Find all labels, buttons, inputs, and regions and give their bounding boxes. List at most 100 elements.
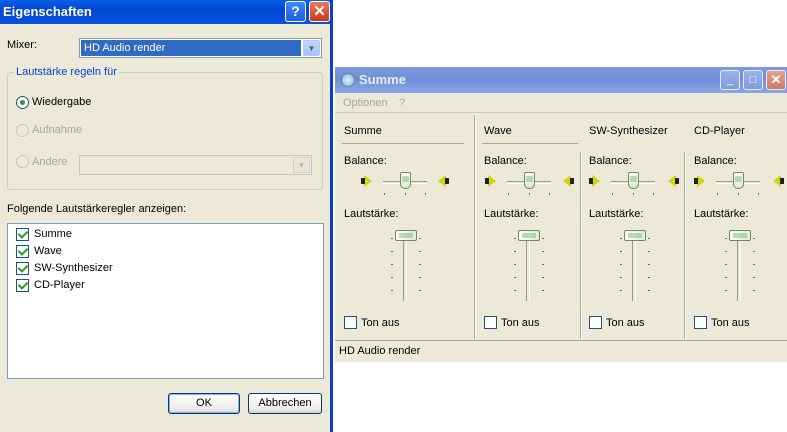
- tick: [508, 193, 509, 195]
- tick: [549, 193, 550, 195]
- radio-record-label: Aufnahme: [32, 124, 83, 136]
- radio-record: [16, 124, 29, 137]
- list-item: SW-Synthesizer: [34, 262, 113, 274]
- balance-slider[interactable]: [524, 172, 535, 189]
- volume-track: [526, 237, 530, 301]
- tick: [758, 193, 759, 195]
- radio-playback[interactable]: [16, 96, 29, 109]
- mixer-select-value: HD Audio render: [81, 40, 301, 56]
- help-button[interactable]: ?: [285, 1, 306, 22]
- tick: [725, 277, 727, 278]
- volume-slider[interactable]: [624, 230, 646, 241]
- maximize-button[interactable]: □: [743, 70, 763, 90]
- tick: [419, 251, 421, 252]
- tick: [384, 193, 385, 195]
- volume-label: Lautstärke:: [589, 208, 644, 220]
- list-item: CD-Player: [34, 279, 85, 291]
- tick: [391, 264, 393, 265]
- volume-label: Lautstärke:: [484, 208, 539, 220]
- group-title: Lautstärke regeln für: [14, 66, 119, 78]
- checkbox-sw-synthesizer[interactable]: [16, 262, 29, 275]
- speaker-left-icon: [589, 174, 603, 188]
- list-item: Summe: [34, 228, 72, 240]
- volume-slider[interactable]: [518, 230, 540, 241]
- tick: [542, 290, 544, 291]
- mixer-select[interactable]: HD Audio render ▼: [79, 38, 322, 58]
- volume-app-icon: [341, 73, 355, 87]
- volume-slider[interactable]: [729, 230, 751, 241]
- balance-slider[interactable]: [400, 172, 411, 189]
- tick: [405, 193, 406, 195]
- tick: [620, 238, 622, 239]
- radio-other-label: Andere: [32, 156, 68, 168]
- tick: [648, 238, 650, 239]
- ok-button[interactable]: OK: [168, 393, 240, 414]
- radio-playback-label: Wiedergabe: [32, 96, 92, 108]
- volume-label: Lautstärke:: [694, 208, 749, 220]
- channel-underline: [482, 143, 578, 144]
- tick: [612, 193, 613, 195]
- tick: [753, 277, 755, 278]
- tick: [738, 193, 739, 195]
- balance-label: Balance:: [484, 155, 527, 167]
- chevron-down-icon[interactable]: ▼: [303, 40, 320, 56]
- volume-slider[interactable]: [395, 230, 417, 241]
- menu-help[interactable]: ?: [399, 97, 405, 109]
- menu-options[interactable]: Optionen: [343, 97, 388, 109]
- list-item: Wave: [34, 245, 62, 257]
- close-button[interactable]: ✕: [309, 1, 330, 22]
- tick: [753, 290, 755, 291]
- status-bar: HD Audio render: [335, 340, 787, 362]
- mute-checkbox[interactable]: [484, 316, 497, 329]
- minimize-button[interactable]: _: [720, 70, 740, 90]
- channel-name: SW-Synthesizer: [589, 125, 668, 137]
- speaker-right-icon: [435, 174, 449, 188]
- speaker-right-icon: [665, 174, 679, 188]
- tick: [753, 251, 755, 252]
- tick: [648, 290, 650, 291]
- tick: [620, 251, 622, 252]
- volume-control-window: Summe _ □ ✕ Optionen ? Summe Balance: La…: [335, 67, 787, 362]
- radio-other: [16, 155, 29, 168]
- tick: [529, 193, 530, 195]
- tick: [725, 251, 727, 252]
- tick: [425, 193, 426, 195]
- mixer-label: Mixer:: [7, 39, 37, 51]
- cancel-button[interactable]: Abbrechen: [248, 393, 322, 414]
- tick: [542, 264, 544, 265]
- balance-slider[interactable]: [628, 172, 639, 189]
- tick: [542, 251, 544, 252]
- balance-label: Balance:: [344, 155, 387, 167]
- tick: [542, 238, 544, 239]
- mute-label: Ton aus: [711, 317, 750, 329]
- balance-slider[interactable]: [733, 172, 744, 189]
- tick: [419, 264, 421, 265]
- tick: [542, 277, 544, 278]
- checkbox-wave[interactable]: [16, 245, 29, 258]
- other-device-select: ▼: [79, 155, 312, 175]
- volume-track: [632, 237, 636, 301]
- tick: [391, 251, 393, 252]
- close-button[interactable]: ✕: [766, 70, 786, 90]
- volume-label: Lautstärke:: [344, 208, 399, 220]
- column-divider: [474, 115, 476, 339]
- checkbox-summe[interactable]: [16, 228, 29, 241]
- speaker-right-icon: [770, 174, 784, 188]
- mute-checkbox[interactable]: [344, 316, 357, 329]
- mute-label: Ton aus: [361, 317, 400, 329]
- tick: [717, 193, 718, 195]
- tick: [391, 238, 393, 239]
- tick: [725, 290, 727, 291]
- speaker-right-icon: [560, 174, 574, 188]
- balance-label: Balance:: [589, 155, 632, 167]
- checkbox-cd-player[interactable]: [16, 279, 29, 292]
- tick: [753, 238, 755, 239]
- tick: [753, 264, 755, 265]
- mute-checkbox[interactable]: [589, 316, 602, 329]
- tick: [514, 277, 516, 278]
- column-divider: [580, 152, 582, 339]
- mute-checkbox[interactable]: [694, 316, 707, 329]
- tick: [633, 193, 634, 195]
- tick: [620, 264, 622, 265]
- balance-label: Balance:: [694, 155, 737, 167]
